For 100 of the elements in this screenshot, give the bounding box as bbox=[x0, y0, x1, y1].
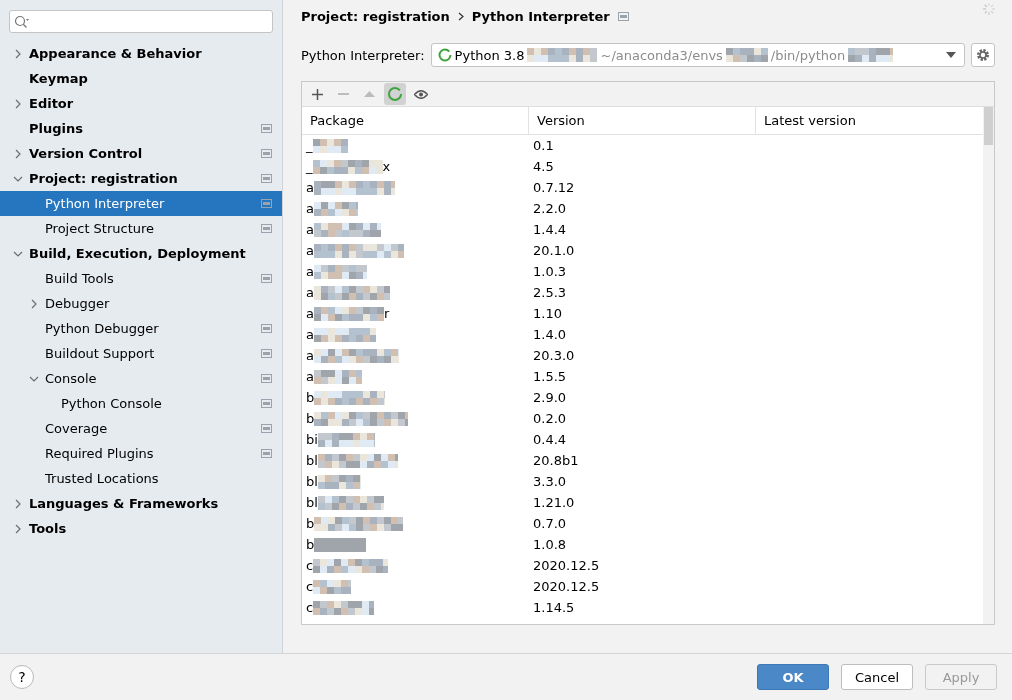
package-name: c bbox=[306, 579, 314, 594]
version-cell-text: 2020.12.5 bbox=[532, 558, 601, 573]
package-name: a bbox=[306, 348, 314, 363]
column-header[interactable]: Latest version bbox=[756, 107, 983, 134]
pixelated-redaction-drawing bbox=[725, 48, 768, 62]
eye-icon bbox=[414, 89, 428, 99]
version-cell-text: 1.14.5 bbox=[532, 600, 576, 615]
settings-tree-item[interactable]: Editor bbox=[0, 91, 282, 116]
package-name: bl bbox=[306, 495, 318, 510]
breadcrumb-separator-icon bbox=[457, 12, 464, 21]
package-name: b bbox=[306, 537, 315, 552]
pixelated-redaction-drawing bbox=[314, 390, 386, 405]
pixelated-redaction-drawing bbox=[317, 495, 384, 510]
package-name: a bbox=[306, 180, 314, 195]
settings-tree-item[interactable]: Python Debugger bbox=[0, 316, 282, 341]
version-cell-text: 1.0.3 bbox=[532, 264, 568, 279]
settings-tree-item[interactable]: Version Control bbox=[0, 141, 282, 166]
pixelated-redaction-drawing bbox=[313, 579, 352, 594]
interpreter-path: /bin/python bbox=[770, 47, 846, 63]
version-cell-text: 0.1 bbox=[532, 138, 555, 153]
version-cell-text: 0.2.0 bbox=[532, 411, 568, 426]
version-cell-text: 2.9.0 bbox=[532, 390, 568, 405]
settings-tree-item[interactable]: Tools bbox=[0, 516, 282, 541]
package-name: a bbox=[306, 243, 314, 258]
package-name: _ bbox=[306, 138, 313, 153]
dialog-button[interactable]: Cancel bbox=[841, 664, 913, 690]
settings-icon bbox=[976, 48, 990, 62]
package-name: bi bbox=[306, 432, 318, 447]
loading-spinner-icon bbox=[982, 2, 996, 16]
version-cell-text: 20.8b1 bbox=[532, 453, 580, 468]
pixelated-redaction-drawing bbox=[313, 201, 358, 216]
version-cell-text: 1.5.5 bbox=[532, 369, 568, 384]
settings-tree-item[interactable]: Plugins bbox=[0, 116, 282, 141]
settings-tree-item[interactable]: Buildout Support bbox=[0, 341, 282, 366]
pixelated-redaction-drawing bbox=[313, 600, 375, 615]
version-cell-text: 1.10 bbox=[532, 306, 563, 321]
settings-tree-item[interactable]: Project: registration bbox=[0, 166, 282, 191]
loading-ring-icon bbox=[437, 48, 452, 62]
column-header[interactable]: Package bbox=[302, 107, 529, 134]
package-name: c bbox=[306, 558, 314, 573]
settings-tree-item[interactable]: Appearance & Behavior bbox=[0, 41, 282, 66]
dropdown-caret-icon bbox=[946, 52, 956, 58]
version-cell-text: 0.4.4 bbox=[532, 432, 568, 447]
version-cell-text: 1.4.4 bbox=[532, 222, 568, 237]
package-name: b bbox=[306, 390, 315, 405]
version-cell-text: 0.7.0 bbox=[532, 516, 568, 531]
pixelated-redaction-drawing bbox=[312, 159, 383, 174]
search-icon bbox=[14, 14, 30, 29]
interpreter-label: Python Interpreter: bbox=[301, 47, 425, 63]
dialog-button[interactable]: OK bbox=[757, 664, 829, 690]
settings-tree-item[interactable]: Python Console bbox=[0, 391, 282, 416]
breadcrumb-item: Project: registration bbox=[301, 9, 450, 24]
package-name: b bbox=[306, 516, 315, 531]
help-button[interactable]: ? bbox=[10, 665, 34, 689]
settings-tree-item[interactable]: Console bbox=[0, 366, 282, 391]
settings-tree-item[interactable]: Trusted Locations bbox=[0, 466, 282, 491]
pixelated-redaction-drawing bbox=[848, 48, 894, 62]
interpreter-path: ~/anaconda3/envs bbox=[600, 47, 723, 63]
pixelated-redaction-drawing bbox=[312, 138, 348, 153]
package-name: a bbox=[306, 369, 314, 384]
settings-tree-item[interactable]: Build, Execution, Deployment bbox=[0, 241, 282, 266]
settings-tree-item[interactable]: Python Interpreter bbox=[0, 191, 282, 216]
version-cell-text: 2020.12.5 bbox=[532, 579, 601, 594]
package-name: a bbox=[306, 264, 314, 279]
pixelated-redaction-drawing bbox=[313, 369, 362, 384]
package-name: a bbox=[306, 222, 314, 237]
package-name-end: x bbox=[382, 159, 391, 174]
search-field[interactable] bbox=[9, 10, 273, 33]
loading-ring-icon bbox=[387, 86, 403, 102]
version-cell-text: 3.3.0 bbox=[532, 474, 568, 489]
pixelated-redaction-drawing bbox=[527, 48, 598, 62]
version-cell-text: 20.1.0 bbox=[532, 243, 576, 258]
package-name: a bbox=[306, 201, 314, 216]
version-cell-text: 20.3.0 bbox=[532, 348, 576, 363]
pixelated-redaction-drawing bbox=[313, 327, 376, 342]
package-name: bl bbox=[306, 474, 318, 489]
version-cell-text: 0.7.12 bbox=[532, 180, 576, 195]
settings-tree-item[interactable]: Coverage bbox=[0, 416, 282, 441]
settings-tree-item[interactable]: Keymap bbox=[0, 66, 282, 91]
interpreter-dropdown[interactable]: Python 3.8 ~/anaconda3/envs /bin/python bbox=[430, 43, 965, 67]
scrollbar-thumb[interactable] bbox=[984, 107, 993, 145]
pixelated-redaction-drawing bbox=[313, 222, 381, 237]
version-cell-text: 2.2.0 bbox=[532, 201, 568, 216]
settings-tree-item[interactable]: Debugger bbox=[0, 291, 282, 316]
settings-tree-item[interactable]: Languages & Frameworks bbox=[0, 491, 282, 516]
plus-icon bbox=[311, 88, 323, 100]
package-name: c bbox=[306, 600, 314, 615]
pixelated-redaction-drawing bbox=[313, 264, 367, 279]
pixelated-redaction-drawing bbox=[314, 537, 367, 552]
minus-icon bbox=[337, 93, 349, 95]
settings-tree-item[interactable]: Required Plugins bbox=[0, 441, 282, 466]
package-name: b bbox=[306, 411, 315, 426]
settings-button[interactable] bbox=[971, 43, 995, 67]
package-name: a bbox=[306, 327, 314, 342]
column-header[interactable]: Version bbox=[529, 107, 756, 134]
settings-tree-item[interactable]: Project Structure bbox=[0, 216, 282, 241]
version-cell-text: 1.4.0 bbox=[532, 327, 568, 342]
package-name: a bbox=[306, 285, 314, 300]
settings-tree-item[interactable]: Build Tools bbox=[0, 266, 282, 291]
pixelated-redaction-drawing bbox=[317, 432, 375, 447]
